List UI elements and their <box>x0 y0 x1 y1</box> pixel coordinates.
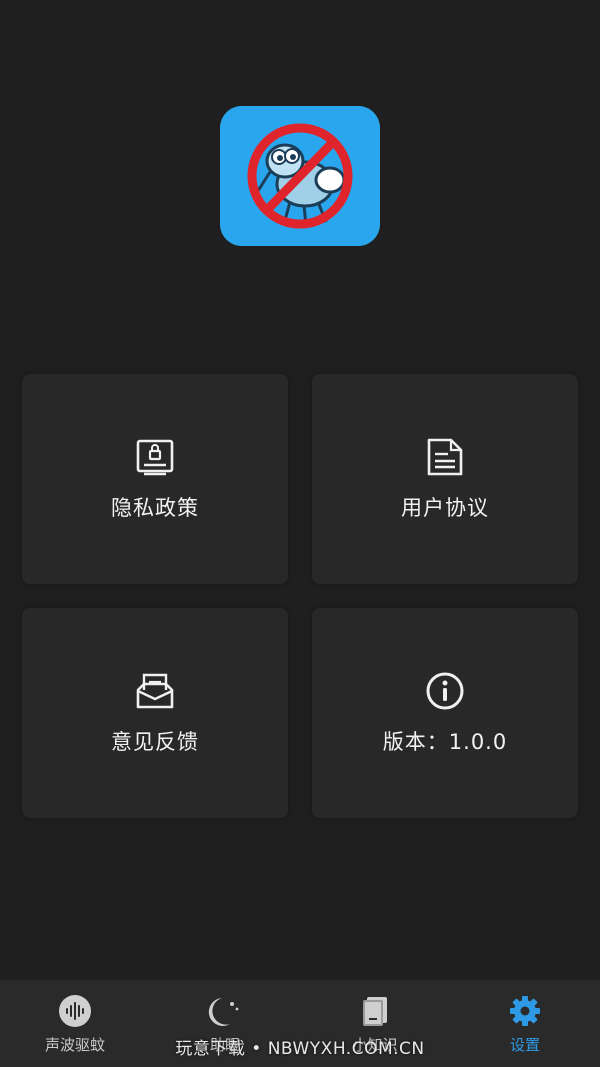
feedback-mail-icon <box>134 670 176 712</box>
no-mosquito-logo-icon <box>220 106 380 246</box>
moon-icon <box>208 994 242 1028</box>
feedback-card[interactable]: 意见反馈 <box>22 608 288 818</box>
document-icon <box>424 436 466 478</box>
privacy-policy-card[interactable]: 隐私政策 <box>22 374 288 584</box>
privacy-lock-icon <box>134 436 176 478</box>
privacy-policy-label: 隐私政策 <box>111 496 199 520</box>
user-agreement-label: 用户协议 <box>401 496 489 520</box>
app-logo <box>220 106 380 246</box>
gear-icon <box>508 994 542 1028</box>
version-label: 版本：1.0.0 <box>382 730 508 754</box>
settings-grid: 隐私政策 用户协议 意见反馈 版本：1.0.0 <box>22 374 578 818</box>
book-icon <box>358 994 392 1028</box>
watermark-text: 玩意下载 • NBWYXH.COM.CN <box>175 1039 425 1059</box>
sound-wave-icon <box>58 994 92 1028</box>
feedback-label: 意见反馈 <box>111 730 199 754</box>
version-card[interactable]: 版本：1.0.0 <box>312 608 578 818</box>
user-agreement-card[interactable]: 用户协议 <box>312 374 578 584</box>
info-icon <box>424 670 466 712</box>
